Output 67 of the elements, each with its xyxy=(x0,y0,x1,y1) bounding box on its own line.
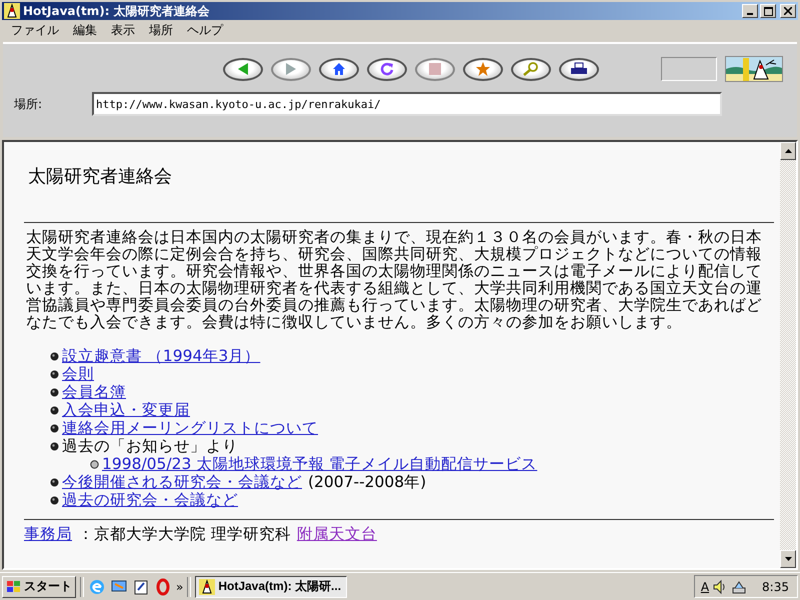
url-field[interactable]: http://www.kwasan.kyoto-u.ac.jp/renrakukai/ xyxy=(92,92,722,116)
left-triangle-icon xyxy=(236,62,250,76)
page-heading: 太陽研究者連絡会 xyxy=(28,165,173,188)
mascot-icon xyxy=(4,3,20,19)
taskbar-window-button[interactable]: HotJava(tm): 太陽研... xyxy=(195,576,348,598)
reload-button[interactable] xyxy=(367,58,407,80)
back-button[interactable] xyxy=(223,58,263,80)
down-arrow-icon xyxy=(784,557,792,561)
home-icon xyxy=(332,62,346,76)
location-label: 場所: xyxy=(13,96,44,112)
notepad-icon[interactable] xyxy=(132,578,150,596)
bullet-icon xyxy=(50,478,59,486)
maximize-icon xyxy=(764,6,772,16)
magnifier-icon xyxy=(522,62,540,76)
page-link[interactable]: 設立趣意書 （1994年3月） xyxy=(62,346,260,366)
close-button[interactable] xyxy=(780,4,796,18)
scroll-down-button[interactable] xyxy=(780,550,796,568)
start-button[interactable]: スタート xyxy=(2,576,76,598)
menu-item[interactable]: 編集 xyxy=(66,22,104,39)
hollow-bullet-icon xyxy=(90,460,99,468)
bullet-icon xyxy=(50,370,59,378)
reload-icon xyxy=(380,62,394,76)
menu-item[interactable]: ヘルプ xyxy=(180,22,230,39)
stop-icon xyxy=(429,63,441,75)
bullet-icon xyxy=(50,442,59,450)
clock: 8:35 xyxy=(762,580,789,594)
bullet-icon xyxy=(50,388,59,396)
bullet-icon xyxy=(50,496,59,504)
vertical-scrollbar[interactable] xyxy=(780,142,796,568)
star-icon xyxy=(475,61,491,77)
footer-text: ：京都大学大学院 理学研究科 xyxy=(78,524,291,545)
page-link[interactable]: 入会申込・変更届 xyxy=(62,400,190,420)
minimize-button[interactable] xyxy=(742,4,758,18)
status-box xyxy=(661,57,717,81)
mascot-icon xyxy=(199,578,216,594)
page-link[interactable]: 過去の研究会・会議など xyxy=(62,490,238,510)
more-chevron[interactable]: » xyxy=(176,580,184,594)
bookmark-button[interactable] xyxy=(463,58,503,80)
ime-indicator[interactable]: A xyxy=(700,580,710,594)
right-triangle-icon xyxy=(284,62,298,76)
page-link[interactable]: 会員名簿 xyxy=(62,382,126,402)
home-button[interactable] xyxy=(319,58,359,80)
close-icon xyxy=(784,7,792,15)
intro-paragraph: 太陽研究者連絡会は日本国内の太陽研究者の集まりで、現在約１３０名の会員がいます。春・秋の日本天文学会年会の際に定例会合を持ち、研究会、国際共同研究、大規模プロジェクトなどについての情報交換を行っています。研究会情報や、世界各国の太陽物理関係のニュースは電子メールにより配信しています。また、日本の太陽物理研究者を代表する組織として、大学共同利用機関である国立天文台の運営協議員や専門委員会委員の台外委員の推薦も行っています。太陽物理の研究者、大学院生であればどなたでも入会できます。会費は特に徴収していません。多くの方々の参加をお願いします。 xyxy=(26,229,763,331)
menu-item[interactable]: ファイル xyxy=(4,22,66,39)
page-link[interactable]: 1998/05/23 太陽地球環境予報 電子メイル自動配信サービス xyxy=(102,454,538,474)
up-arrow-icon xyxy=(784,149,792,153)
footer-link[interactable]: 附属天文台 xyxy=(296,524,377,545)
windows-flag-icon xyxy=(6,580,22,594)
search-button[interactable] xyxy=(511,58,551,80)
page-link[interactable]: 今後開催される研究会・会議など xyxy=(62,472,302,492)
bullet-icon xyxy=(50,424,59,432)
printer-icon xyxy=(570,62,588,76)
bullet-icon xyxy=(50,406,59,414)
date-range-note: (2007--2008年) xyxy=(308,472,426,492)
bullet-icon xyxy=(50,352,59,360)
menu-item[interactable]: 表示 xyxy=(104,22,142,39)
page-link[interactable]: 連絡会用メーリングリストについて xyxy=(62,418,318,438)
page-link[interactable]: 会則 xyxy=(62,364,94,384)
menu-item[interactable]: 場所 xyxy=(142,22,180,39)
list-text: 過去の「お知らせ」より xyxy=(62,436,238,456)
print-button[interactable] xyxy=(559,58,599,80)
footer-link[interactable]: 事務局 xyxy=(24,524,72,545)
mascot-drawing xyxy=(725,56,783,82)
maximize-button[interactable] xyxy=(760,4,776,18)
window-title: HotJava(tm): 太陽研究者連絡会 xyxy=(23,2,210,20)
scroll-up-button[interactable] xyxy=(780,142,796,160)
